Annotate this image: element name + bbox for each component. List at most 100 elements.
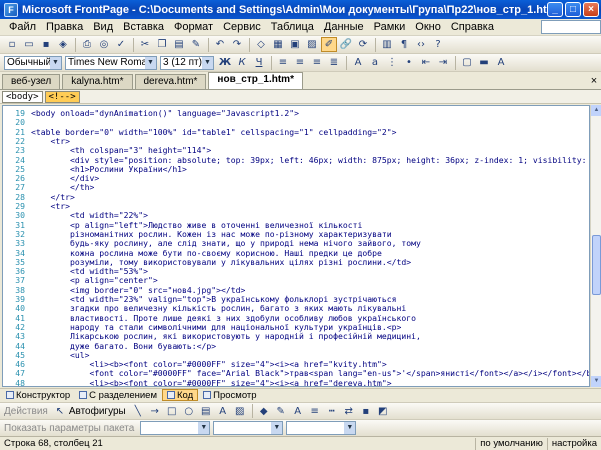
tag-comment[interactable]: <!--> (45, 91, 80, 103)
status-settings[interactable]: настройка (547, 438, 601, 450)
code-editor[interactable]: 19<body onload="dynAnimation()" language… (2, 105, 590, 387)
show-package-parameters-button[interactable]: Показать параметры пакета (4, 423, 134, 434)
textbox-icon[interactable]: ▤ (198, 404, 214, 419)
decrease-indent-icon[interactable]: ⇤ (418, 55, 434, 70)
package-option-select[interactable] (213, 421, 283, 435)
select-pointer-icon[interactable]: ↖ (52, 404, 68, 419)
frontpage-app-icon[interactable]: F (4, 3, 18, 17)
autoshapes-button[interactable]: Автофигуры (69, 406, 126, 417)
style-select[interactable]: Обычный (4, 56, 62, 70)
menu-data[interactable]: Данные (319, 21, 369, 33)
scroll-down-icon[interactable]: ▼ (591, 376, 601, 387)
borders-icon[interactable]: ▢ (459, 55, 475, 70)
scrollbar-thumb[interactable] (592, 235, 601, 295)
menu-frames[interactable]: Рамки (369, 21, 411, 33)
print-icon[interactable]: ⎙ (79, 37, 95, 52)
publish-icon[interactable]: ◈ (55, 37, 71, 52)
font-color-icon[interactable]: A (493, 55, 509, 70)
menu-insert[interactable]: Вставка (118, 21, 169, 33)
view-split-tab[interactable]: С разделением (75, 389, 161, 401)
code-line[interactable]: 48 <li><b><font color="#0000FF" size="4"… (3, 378, 590, 387)
arrow-icon[interactable]: → (147, 404, 163, 419)
font-select[interactable]: Times New Roman (65, 56, 157, 70)
bullet-list-icon[interactable]: • (401, 55, 417, 70)
view-preview-tab[interactable]: Просмотр (199, 389, 260, 401)
font-smaller-icon[interactable]: a (367, 55, 383, 70)
insert-picture-icon[interactable]: ▨ (304, 37, 320, 52)
bold-icon[interactable]: Ж (217, 55, 233, 70)
menu-help[interactable]: Справка (446, 21, 499, 33)
wordart-icon[interactable]: A (215, 404, 231, 419)
spelling-icon[interactable]: ✓ (113, 37, 129, 52)
increase-indent-icon[interactable]: ⇥ (435, 55, 451, 70)
help-search-input[interactable] (541, 20, 601, 34)
package-select[interactable] (140, 421, 210, 435)
preview-icon[interactable]: ◎ (96, 37, 112, 52)
open-folder-icon[interactable]: ▭ (21, 37, 37, 52)
numbered-list-icon[interactable]: ⋮ (384, 55, 400, 70)
view-split-label: С разделением (89, 390, 157, 401)
menu-edit[interactable]: Правка (41, 21, 88, 33)
redo-icon[interactable]: ↷ (229, 37, 245, 52)
new-page-icon[interactable]: ▫ (4, 37, 20, 52)
close-tab-icon[interactable]: × (587, 75, 601, 87)
line-icon[interactable]: ╲ (130, 404, 146, 419)
minimize-button[interactable]: _ (547, 2, 563, 17)
dash-style-icon[interactable]: ┅ (324, 404, 340, 419)
save-icon[interactable]: ▪ (38, 37, 54, 52)
align-left-icon[interactable]: ≡ (275, 55, 291, 70)
highlight-icon[interactable]: ▬ (476, 55, 492, 70)
actions-button[interactable]: Действия (4, 406, 48, 417)
underline-icon[interactable]: Ч (251, 55, 267, 70)
close-button[interactable]: × (583, 2, 599, 17)
arrow-style-icon[interactable]: ⇄ (341, 404, 357, 419)
undo-icon[interactable]: ↶ (212, 37, 228, 52)
help-icon[interactable]: ? (430, 37, 446, 52)
drawing-icon[interactable]: ✐ (321, 37, 337, 52)
show-all-icon[interactable]: ¶ (396, 37, 412, 52)
font-larger-icon[interactable]: A (350, 55, 366, 70)
scroll-up-icon[interactable]: ▲ (591, 105, 601, 116)
oval-icon[interactable]: ○ (181, 404, 197, 419)
shadow-icon[interactable]: ▪ (358, 404, 374, 419)
package-value-select[interactable] (286, 421, 356, 435)
menu-table[interactable]: Таблица (266, 21, 319, 33)
copy-icon[interactable]: ❐ (154, 37, 170, 52)
font-size-select[interactable]: 3 (12 пт) (160, 56, 214, 70)
align-center-icon[interactable]: ≡ (292, 55, 308, 70)
web-component-icon[interactable]: ◇ (253, 37, 269, 52)
view-design-tab[interactable]: Конструктор (2, 389, 74, 401)
menu-tools[interactable]: Сервис (218, 21, 266, 33)
vertical-scrollbar[interactable]: ▲ ▼ (590, 105, 601, 387)
hyperlink-icon[interactable]: 🔗 (338, 37, 354, 52)
maximize-button[interactable]: □ (565, 2, 581, 17)
insert-layer-icon[interactable]: ▣ (287, 37, 303, 52)
show-tags-icon[interactable]: ‹› (413, 37, 429, 52)
italic-icon[interactable]: К (234, 55, 250, 70)
tab-dereva[interactable]: dereva.htm* (135, 74, 207, 89)
paste-icon[interactable]: ▤ (171, 37, 187, 52)
menu-format[interactable]: Формат (169, 21, 218, 33)
justify-icon[interactable]: ≣ (326, 55, 342, 70)
3d-icon[interactable]: ◩ (375, 404, 391, 419)
insert-picture-icon[interactable]: ▨ (232, 404, 248, 419)
line-style-icon[interactable]: ≡ (307, 404, 323, 419)
menu-file[interactable]: Файл (4, 21, 41, 33)
text-color-icon[interactable]: A (290, 404, 306, 419)
menu-window[interactable]: Окно (410, 21, 446, 33)
format-painter-icon[interactable]: ✎ (188, 37, 204, 52)
rectangle-icon[interactable]: □ (164, 404, 180, 419)
tag-body[interactable]: <body> (2, 91, 43, 103)
view-code-tab[interactable]: Код (162, 389, 198, 401)
refresh-icon[interactable]: ⟳ (355, 37, 371, 52)
tab-website[interactable]: веб-узел (2, 74, 60, 89)
fill-color-icon[interactable]: ◆ (256, 404, 272, 419)
tab-new-page[interactable]: нов_стр_1.htm* (208, 72, 303, 89)
menu-view[interactable]: Вид (88, 21, 118, 33)
line-color-icon[interactable]: ✎ (273, 404, 289, 419)
folder-list-icon[interactable]: ▥ (379, 37, 395, 52)
insert-table-icon[interactable]: ▦ (270, 37, 286, 52)
tab-kalyna[interactable]: kalyna.htm* (62, 74, 132, 89)
cut-icon[interactable]: ✂ (137, 37, 153, 52)
align-right-icon[interactable]: ≡ (309, 55, 325, 70)
